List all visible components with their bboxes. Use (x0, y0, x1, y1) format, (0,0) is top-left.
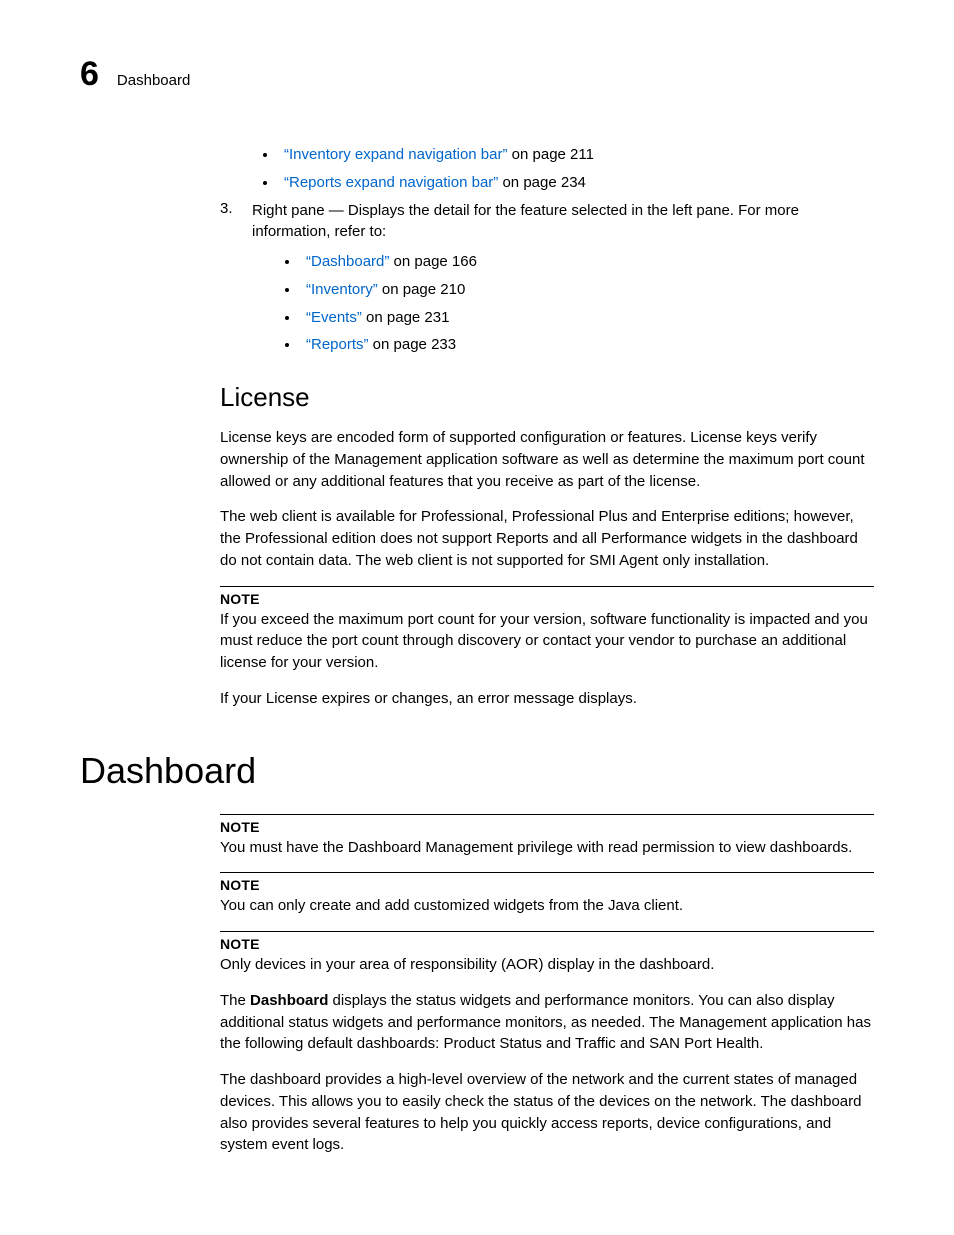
link-suffix: on page 210 (378, 281, 466, 298)
link-suffix: on page 233 (369, 336, 457, 353)
list-item: “Events” on page 231 (300, 307, 874, 329)
dashboard-note-3: NOTE Only devices in your area of respon… (220, 931, 874, 976)
dashboard-section: Dashboard NOTE You must have the Dashboa… (80, 750, 874, 1157)
dashboard-p1: The Dashboard displays the status widget… (220, 990, 874, 1055)
p1-bold: Dashboard (250, 992, 328, 1009)
page-header: 6 Dashboard (80, 55, 874, 94)
link-reports[interactable]: “Reports” (306, 336, 369, 353)
top-content: “Inventory expand navigation bar” on pag… (220, 144, 874, 710)
link-inventory[interactable]: “Inventory” (306, 281, 378, 298)
dashboard-note-2: NOTE You can only create and add customi… (220, 872, 874, 917)
top-bullet-list: “Inventory expand navigation bar” on pag… (278, 144, 874, 194)
step-3: 3. Right pane — Displays the detail for … (220, 200, 874, 244)
note-label: NOTE (220, 819, 874, 835)
note-label: NOTE (220, 877, 874, 893)
link-inventory-nav[interactable]: “Inventory expand navigation bar” (284, 146, 507, 163)
license-p3: If your License expires or changes, an e… (220, 688, 874, 710)
link-suffix: on page 166 (389, 253, 477, 270)
note-text: You can only create and add customized w… (220, 895, 874, 917)
note-text: Only devices in your area of responsibil… (220, 954, 874, 976)
license-note: NOTE If you exceed the maximum port coun… (220, 586, 874, 674)
note-label: NOTE (220, 591, 874, 607)
step3-bullet-list: “Dashboard” on page 166 “Inventory” on p… (300, 251, 874, 356)
link-events[interactable]: “Events” (306, 309, 362, 326)
page: 6 Dashboard “Inventory expand navigation… (0, 0, 954, 1230)
note-text: If you exceed the maximum port count for… (220, 609, 874, 674)
note-text: You must have the Dashboard Management p… (220, 837, 874, 859)
list-item: “Dashboard” on page 166 (300, 251, 874, 273)
link-suffix: on page 211 (507, 146, 593, 163)
license-p2: The web client is available for Professi… (220, 506, 874, 571)
license-heading: License (220, 382, 874, 413)
step-text: Right pane — Displays the detail for the… (252, 200, 874, 244)
link-suffix: on page 231 (362, 309, 450, 326)
dashboard-p2: The dashboard provides a high-level over… (220, 1069, 874, 1156)
list-item: “Reports” on page 233 (300, 334, 874, 356)
dashboard-note-1: NOTE You must have the Dashboard Managem… (220, 814, 874, 859)
note-label: NOTE (220, 936, 874, 952)
header-title: Dashboard (117, 72, 190, 89)
list-item: “Inventory” on page 210 (300, 279, 874, 301)
license-p1: License keys are encoded form of support… (220, 427, 874, 492)
dashboard-content: NOTE You must have the Dashboard Managem… (220, 814, 874, 1157)
link-dashboard[interactable]: “Dashboard” (306, 253, 389, 270)
chapter-number: 6 (80, 55, 99, 94)
list-item: “Inventory expand navigation bar” on pag… (278, 144, 874, 166)
link-reports-nav[interactable]: “Reports expand navigation bar” (284, 174, 498, 191)
link-suffix: on page 234 (498, 174, 586, 191)
p1-prefix: The (220, 992, 250, 1009)
list-item: “Reports expand navigation bar” on page … (278, 172, 874, 194)
dashboard-heading: Dashboard (80, 750, 874, 792)
step-number: 3. (220, 200, 242, 244)
